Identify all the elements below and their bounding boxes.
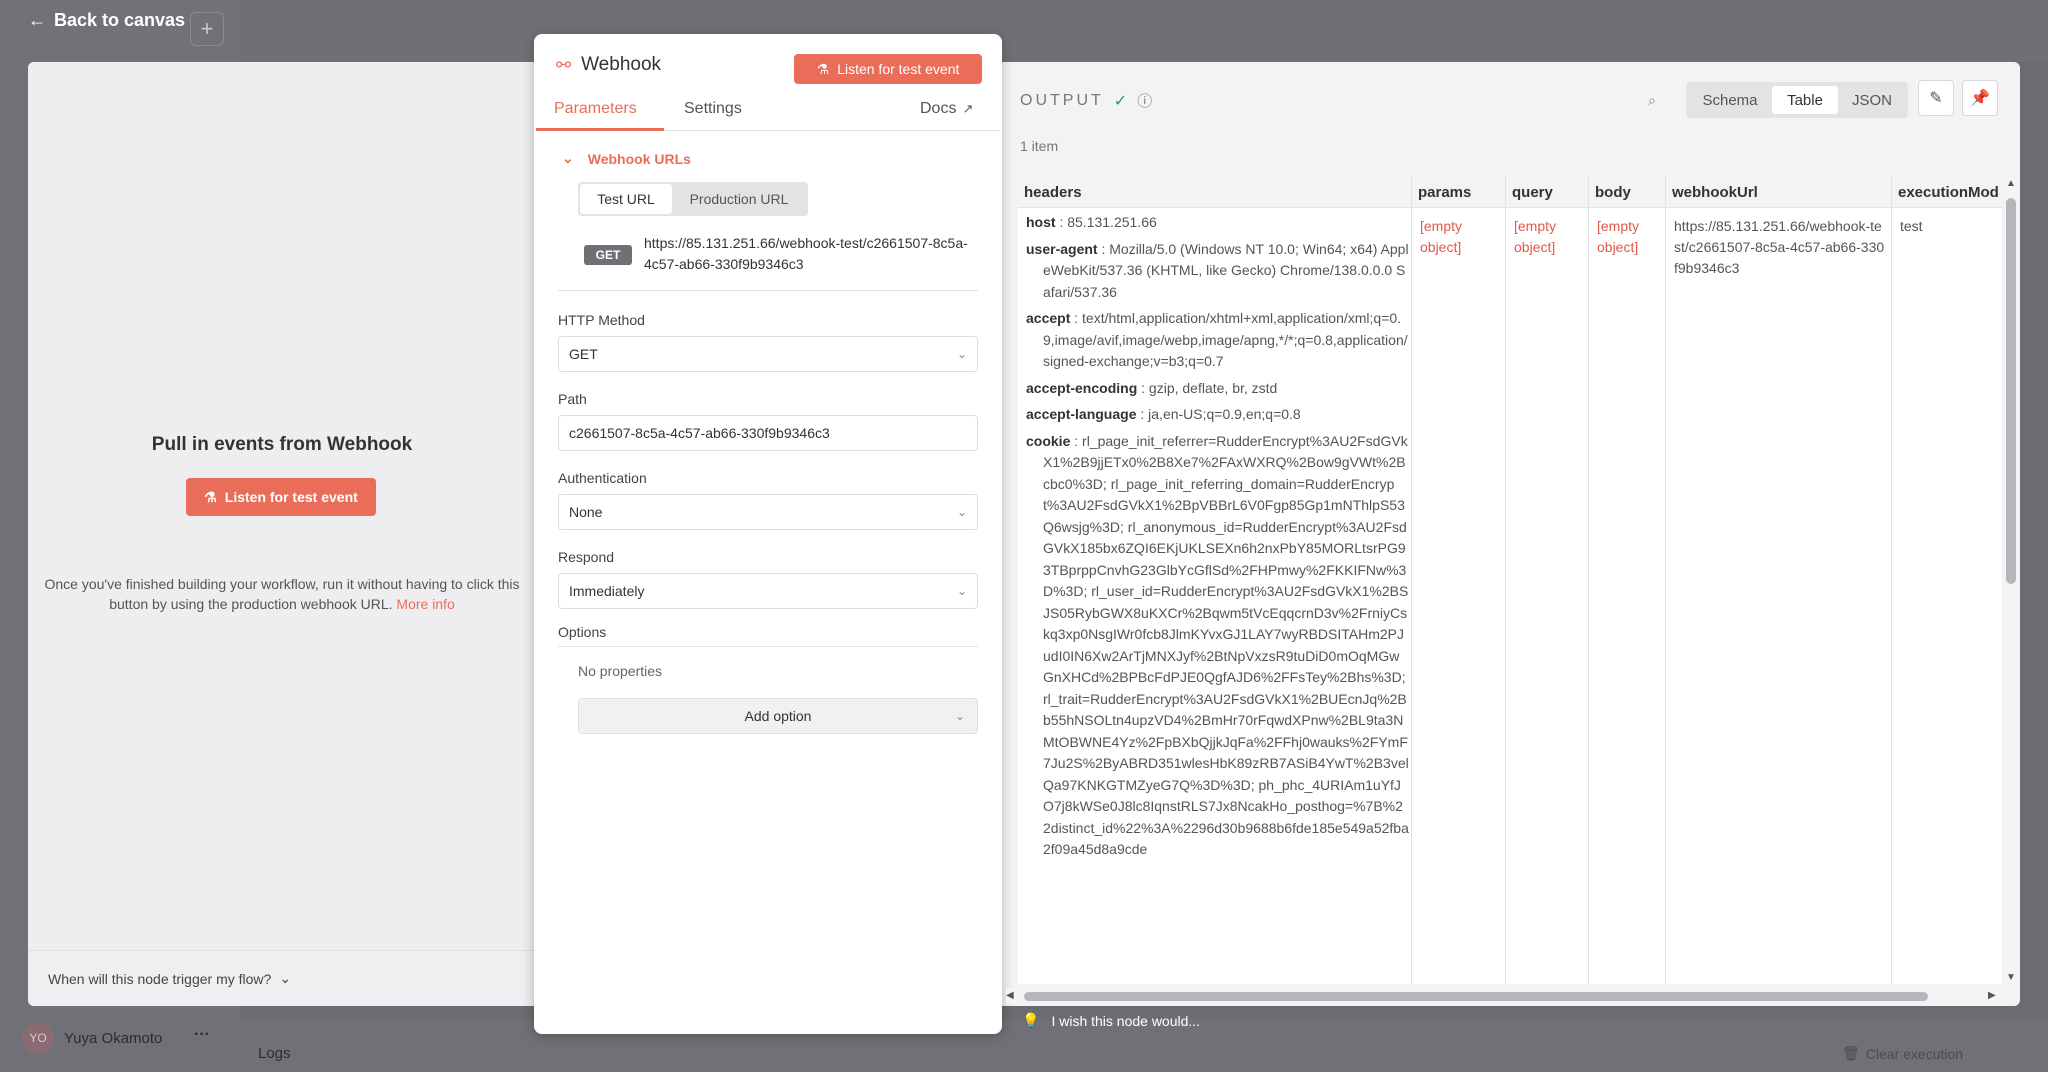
chevron-down-icon: ⌄ — [279, 970, 292, 986]
vertical-scrollbar-thumb[interactable] — [2006, 198, 2016, 584]
check-circle-icon: ✓ — [1113, 92, 1128, 110]
clear-execution-button[interactable]: 🗑 Clear execution — [1842, 1045, 1963, 1062]
header-entry: accept-encoding : gzip, deflate, br, zst… — [1026, 379, 1278, 396]
scroll-left-arrow-icon[interactable]: ◀ — [1006, 990, 1014, 1001]
trash-icon: 🗑 — [1842, 1045, 1860, 1061]
scroll-up-arrow-icon[interactable]: ▲ — [2006, 178, 2016, 189]
output-table: headers params query body webhookUrl exe… — [1018, 176, 2002, 984]
flask-icon: ⚗ — [204, 488, 217, 505]
chevron-down-icon: ⌄ — [956, 505, 967, 519]
input-pane-title: Pull in events from Webhook — [151, 434, 413, 455]
horizontal-scrollbar-thumb[interactable] — [1024, 992, 1928, 1001]
respond-select[interactable]: Immediately ⌄ — [558, 573, 978, 609]
webhook-url-text[interactable]: https://85.131.251.66/webhook-test/c2661… — [644, 233, 974, 275]
http-method-label: HTTP Method — [558, 312, 645, 328]
user-menu-button[interactable]: ··· — [194, 1026, 210, 1044]
chevron-down-icon: ⌄ — [562, 150, 574, 166]
headers-cell: host : 85.131.251.66 user-agent : Mozill… — [1026, 212, 1410, 866]
column-header-executionmode[interactable]: executionMod — [1892, 176, 2002, 208]
column-header-params[interactable]: params — [1412, 176, 1506, 208]
back-to-canvas-link[interactable]: ← Back to canvas — [28, 10, 185, 31]
http-method-select[interactable]: GET ⌄ — [558, 336, 978, 372]
production-url-hint: Once you've finished building your workf… — [44, 576, 520, 612]
tab-settings[interactable]: Settings — [684, 100, 742, 118]
feedback-link[interactable]: 💡 I wish this node would... — [1022, 1012, 1200, 1029]
divider — [558, 290, 978, 291]
authentication-select[interactable]: None ⌄ — [558, 494, 978, 530]
search-icon[interactable]: ⌕ — [1648, 92, 1656, 109]
avatar[interactable]: YO — [22, 1022, 54, 1054]
production-url-option[interactable]: Production URL — [674, 184, 804, 214]
header-entry: cookie : rl_page_init_referrer=RudderEnc… — [1026, 432, 1409, 858]
flask-icon: ⚗ — [816, 60, 830, 77]
path-input[interactable]: c2661507-8c5a-4c57-ab66-330f9b9346c3 — [558, 415, 978, 451]
params-cell: [empty object] — [1420, 218, 1463, 255]
column-header-webhookurl[interactable]: webhookUrl — [1666, 176, 1892, 208]
chevron-down-icon: ⌄ — [954, 709, 965, 723]
view-json-button[interactable]: JSON — [1842, 86, 1902, 114]
header-entry: host : 85.131.251.66 — [1026, 214, 1157, 230]
header-entry: accept-language : ja,en-US;q=0.9,en;q=0.… — [1026, 406, 1301, 422]
docs-link[interactable]: Docs ↗ — [920, 100, 973, 118]
test-url-option[interactable]: Test URL — [580, 184, 672, 214]
view-schema-button[interactable]: Schema — [1692, 86, 1768, 114]
divider — [558, 646, 978, 647]
logs-label: Logs — [258, 1045, 291, 1062]
options-label: Options — [558, 624, 607, 640]
pencil-icon: ✎ — [1929, 90, 1943, 107]
panel-title: ⚯ Webhook — [556, 54, 662, 75]
webhook-icon: ⚯ — [556, 54, 572, 75]
output-header: OUTPUT ✓ ⓘ — [1020, 90, 1153, 111]
chevron-down-icon: ⌄ — [956, 347, 967, 361]
canvas-header — [0, 0, 2048, 62]
external-link-icon: ↗ — [962, 101, 974, 116]
path-label: Path — [558, 391, 587, 407]
query-cell: [empty object] — [1514, 218, 1557, 255]
user-name: Yuya Okamoto — [64, 1030, 163, 1047]
body-cell: [empty object] — [1597, 218, 1640, 255]
pin-data-button[interactable]: 📌 — [1962, 80, 1998, 116]
listen-test-event-button-left[interactable]: ⚗ Listen for test event — [186, 478, 376, 516]
tab-parameters[interactable]: Parameters — [554, 100, 637, 118]
header-entry: user-agent : Mozilla/5.0 (Windows NT 10.… — [1026, 240, 1409, 300]
input-pane — [28, 62, 536, 1006]
header-entry: accept : text/html,application/xhtml+xml… — [1026, 310, 1408, 369]
active-tab-underline — [536, 128, 664, 131]
column-query — [1506, 208, 1589, 984]
trigger-question-toggle[interactable]: When will this node trigger my flow? ⌄ — [28, 950, 536, 1006]
executionmode-cell: test — [1900, 218, 1923, 234]
view-table-button[interactable]: Table — [1772, 86, 1838, 114]
add-workflow-button[interactable]: + — [190, 12, 224, 46]
webhook-urls-toggle[interactable]: ⌄ Webhook URLs — [562, 150, 691, 167]
webhookurl-cell: https://85.131.251.66/webhook-test/c2661… — [1674, 218, 1885, 276]
authentication-label: Authentication — [558, 470, 647, 486]
column-body — [1589, 208, 1666, 984]
scroll-right-arrow-icon[interactable]: ▶ — [1988, 990, 1996, 1001]
arrow-left-icon: ← — [28, 10, 46, 30]
chevron-down-icon: ⌄ — [956, 584, 967, 598]
listen-test-event-button[interactable]: ⚗ Listen for test event — [794, 54, 982, 84]
pin-icon: 📌 — [1970, 90, 1990, 107]
info-icon[interactable]: ⓘ — [1137, 90, 1152, 111]
respond-label: Respond — [558, 549, 615, 565]
column-header-headers[interactable]: headers — [1018, 176, 1412, 208]
edit-output-button[interactable]: ✎ — [1918, 80, 1954, 116]
lightbulb-icon: 💡 — [1022, 1012, 1040, 1028]
http-method-badge: GET — [584, 245, 632, 265]
table-header: headers params query body webhookUrl exe… — [1018, 176, 2002, 208]
add-option-button[interactable]: Add option ⌄ — [578, 698, 978, 734]
no-properties-text: No properties — [578, 663, 663, 679]
scroll-down-arrow-icon[interactable]: ▼ — [2006, 972, 2016, 983]
item-count: 1 item — [1020, 138, 1059, 154]
column-params — [1412, 208, 1506, 984]
column-header-query[interactable]: query — [1506, 176, 1589, 208]
more-info-link[interactable]: More info — [396, 596, 454, 612]
column-header-body[interactable]: body — [1589, 176, 1666, 208]
column-webhookurl — [1666, 208, 1892, 984]
